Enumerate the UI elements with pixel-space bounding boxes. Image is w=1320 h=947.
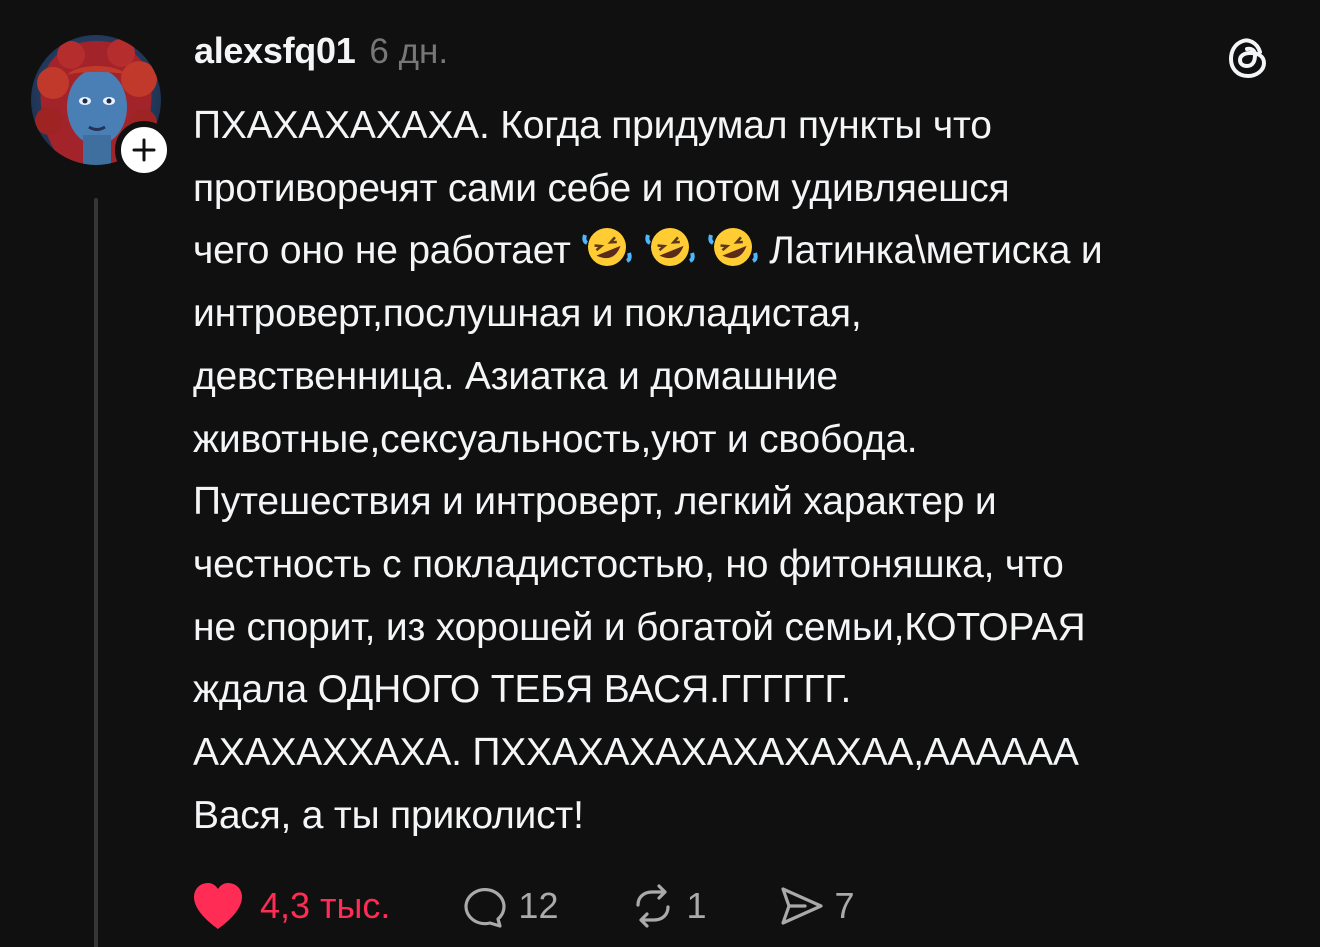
body-line: ПХАХАХАХАХА. Когда придумал пункты что — [193, 104, 992, 147]
repost-count: 1 — [686, 885, 707, 926]
timestamp: 6 дн. — [369, 32, 449, 71]
username[interactable]: alexsfq01 — [194, 30, 356, 72]
share-count: 7 — [834, 885, 855, 926]
rolling-on-floor-laughing-emoji-icon — [582, 228, 632, 267]
body-line: ждала ОДНОГО ТЕБЯ ВАСЯ.ГГГГГГ. — [193, 668, 852, 712]
thread-post: alexsfq01 6 дн. ПХАХАХАХАХА. Когда приду… — [0, 0, 1320, 947]
post-actions: 4,3 тыс. 12 1 7 — [190, 876, 855, 936]
repost-button[interactable]: 1 — [630, 883, 707, 929]
repost-icon — [636, 884, 671, 928]
rolling-on-floor-laughing-emoji-icon — [707, 228, 758, 267]
body-text-segment: чего оно не работает — [193, 229, 582, 273]
body-line: Вася, а ты приколист! — [193, 793, 584, 837]
body-line: чего оно не работает Латинка\метиска и — [193, 220, 1293, 283]
body-line: честность с покладистостью, но фитоняшка… — [193, 542, 1064, 586]
heart-icon — [194, 883, 242, 929]
body-text-segment: Латинка\метиска и — [758, 229, 1103, 273]
body-line: девственница. Азиатка и домашние — [193, 354, 838, 398]
comment-icon — [464, 888, 506, 928]
send-icon — [780, 887, 823, 925]
like-button[interactable]: 4,3 тыс. — [190, 880, 390, 932]
thread-line — [94, 198, 98, 947]
body-line: животные,сексуальность,уют и свобода. — [193, 417, 918, 461]
follow-button[interactable] — [115, 121, 173, 179]
avatar-container[interactable] — [31, 35, 173, 179]
body-line: АХАХАХХАХА. ПХХАХАХАХАХАХАХАА,АААААА — [193, 731, 1079, 775]
reply-button[interactable]: 12 — [460, 883, 558, 929]
reply-count: 12 — [518, 885, 559, 926]
plus-icon — [132, 138, 156, 162]
threads-logo-icon[interactable] — [1224, 34, 1272, 82]
rolling-on-floor-laughing-emoji-icon — [645, 228, 695, 267]
body-line: противоречят сами себе и потом удивляешс… — [193, 166, 1010, 210]
share-button[interactable]: 7 — [777, 883, 855, 929]
body-line: не спорит, из хорошей и богатой семьи,КО… — [193, 605, 1086, 649]
like-count: 4,3 тыс. — [260, 885, 391, 926]
body-line: интроверт,послушная и покладистая, — [193, 292, 862, 336]
post-header: alexsfq01 6 дн. — [194, 30, 448, 86]
body-line: Путешествия и интроверт, легкий характер… — [193, 480, 997, 524]
post-body: ПХАХАХАХАХА. Когда придумал пункты что п… — [193, 95, 1293, 847]
